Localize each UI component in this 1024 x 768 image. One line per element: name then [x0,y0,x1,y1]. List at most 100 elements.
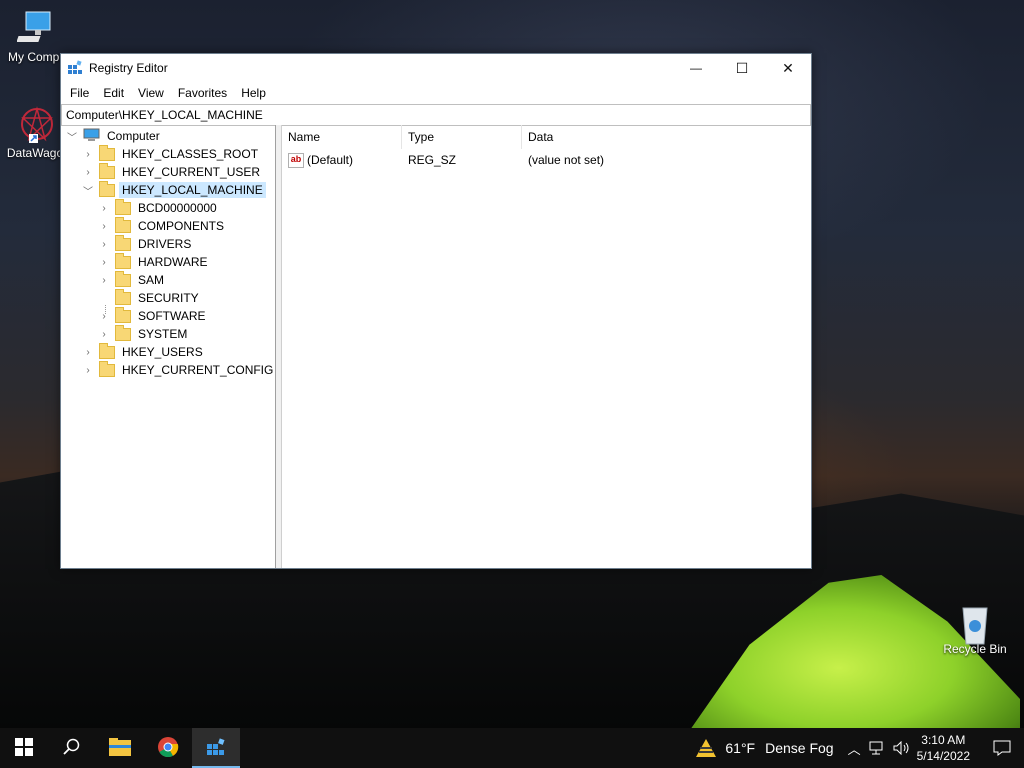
taskbar-file-explorer[interactable] [96,728,144,768]
maximize-button[interactable]: ☐ [719,54,765,82]
folder-icon [115,216,131,233]
chevron-down-icon[interactable]: ﹀ [67,129,77,144]
chevron-right-icon[interactable]: › [83,149,93,160]
chevron-right-icon[interactable]: › [99,257,109,268]
tree-node-hkey-local-machine[interactable]: ﹀ HKEY_LOCAL_MACHINE [83,180,266,199]
close-button[interactable]: ✕ [765,54,811,82]
address-bar[interactable]: Computer\HKEY_LOCAL_MACHINE [61,104,811,126]
tree-node-sam[interactable]: › SAM [99,270,167,289]
values-list-pane[interactable]: Name Type Data ab (Default) REG_SZ (valu… [282,125,811,568]
tree-node-computer[interactable]: ﹀ Computer [67,127,163,145]
taskbar: 61°F Dense Fog ︿ 3:10 AM 5/14/2022 [0,728,1024,768]
tree-node-label: HKEY_CURRENT_USER [122,165,261,179]
clock-date: 5/14/2022 [916,749,970,763]
start-button[interactable] [0,728,48,768]
recycle-bin-icon [955,602,995,645]
chevron-right-icon[interactable]: › [99,329,109,340]
system-tray: 61°F Dense Fog ︿ 3:10 AM 5/14/2022 [695,728,1024,768]
key-tree-pane[interactable]: ﹀ Computer › HKEY_CLASSES_ROOT › HKEY_CU… [61,125,276,568]
chevron-right-icon[interactable]: › [83,365,93,376]
tree-node-label: Computer [107,129,160,143]
notifications-icon[interactable] [980,740,1024,756]
taskbar-registry-editor[interactable] [192,728,240,768]
folder-icon [115,198,131,215]
tree-node-hkey-current-user[interactable]: › HKEY_CURRENT_USER [83,162,263,181]
weather-temperature[interactable]: 61°F [725,740,755,756]
maximize-icon: ☐ [735,59,749,76]
file-explorer-icon [108,737,132,760]
volume-icon[interactable] [893,741,911,755]
tree-node-hkey-classes-root[interactable]: › HKEY_CLASSES_ROOT [83,144,261,163]
tree-node-hkey-users[interactable]: › HKEY_USERS [83,342,206,361]
chevron-right-icon[interactable]: › [99,275,109,286]
tree-node-hardware[interactable]: › HARDWARE [99,252,211,271]
chevron-up-icon[interactable]: ︿ [848,739,861,758]
tree-node-system[interactable]: › SYSTEM [99,324,190,343]
tree-node-label: HKEY_LOCAL_MACHINE [119,182,266,198]
search-icon [63,738,81,759]
datawagon-icon [15,106,55,144]
folder-icon [115,270,131,287]
registry-editor-window: Registry Editor — ☐ ✕ File Edit View Fav… [60,53,812,569]
tree-node-label: SYSTEM [138,327,188,341]
weather-warning-icon[interactable] [695,738,717,758]
folder-icon [99,342,115,359]
chevron-right-icon[interactable]: › [99,311,109,322]
taskbar-chrome[interactable] [144,728,192,768]
folder-icon [99,144,115,161]
chevron-right-icon[interactable]: › [99,203,109,214]
column-header-type[interactable]: Type [402,125,522,149]
menu-edit[interactable]: Edit [96,86,131,100]
tree-node-components[interactable]: › COMPONENTS [99,216,227,235]
computer-icon [83,128,100,144]
menu-help[interactable]: Help [234,86,273,100]
tree-node-drivers[interactable]: › DRIVERS [99,234,194,253]
tree-node-label: HARDWARE [138,255,208,269]
column-header-label: Name [288,130,321,144]
tree-node-label: COMPONENTS [138,219,225,233]
chevron-right-icon[interactable]: › [99,239,109,250]
tree-node-security[interactable]: SECURITY [99,288,202,307]
clock[interactable]: 3:10 AM 5/14/2022 [917,732,970,764]
tree-node-bcd00000000[interactable]: › BCD00000000 [99,198,220,217]
folder-icon [115,234,131,251]
search-button[interactable] [48,728,96,768]
column-header-name[interactable]: Name [282,125,402,149]
desktop-icon-recycle-bin[interactable]: Recycle Bin [940,602,1010,656]
chevron-right-icon[interactable]: › [83,347,93,358]
tree-node-hkey-current-config[interactable]: › HKEY_CURRENT_CONFIG [83,360,276,379]
minimize-icon: — [690,61,702,75]
chevron-down-icon[interactable]: ﹀ [83,183,93,198]
value-type: REG_SZ [408,153,457,167]
menu-view[interactable]: View [131,86,171,100]
menu-favorites[interactable]: Favorites [171,86,234,100]
tree-node-label: HKEY_CURRENT_CONFIG [122,363,274,377]
folder-icon [99,360,115,377]
chevron-right-icon[interactable]: › [83,167,93,178]
column-header-label: Type [408,130,435,144]
folder-icon [115,252,131,269]
network-icon[interactable] [869,741,885,755]
tree-node-label: SECURITY [138,291,199,305]
folder-icon [115,324,131,341]
menu-bar: File Edit View Favorites Help [61,82,811,104]
tree-node-label: SOFTWARE [138,309,206,323]
tree-node-software[interactable]: › SOFTWARE [99,306,209,325]
regedit-icon [205,736,227,761]
title-bar[interactable]: Registry Editor — ☐ ✕ [61,54,811,82]
tree-node-label: HKEY_USERS [122,345,203,359]
string-value-icon: ab [288,152,304,168]
folder-icon [115,306,131,323]
minimize-button[interactable]: — [673,54,719,82]
weather-condition[interactable]: Dense Fog [765,740,833,756]
column-header-data[interactable]: Data [522,125,810,149]
address-path: Computer\HKEY_LOCAL_MACHINE [66,108,263,122]
menu-file[interactable]: File [63,86,96,100]
desktop-icon-label: Recycle Bin [943,642,1007,656]
chevron-right-icon[interactable]: › [99,221,109,232]
computer-icon [16,10,57,48]
window-title: Registry Editor [89,61,168,75]
value-name: (Default) [307,153,354,167]
value-row-default[interactable]: ab (Default) REG_SZ (value not set) [288,151,604,169]
column-header-label: Data [528,130,554,144]
